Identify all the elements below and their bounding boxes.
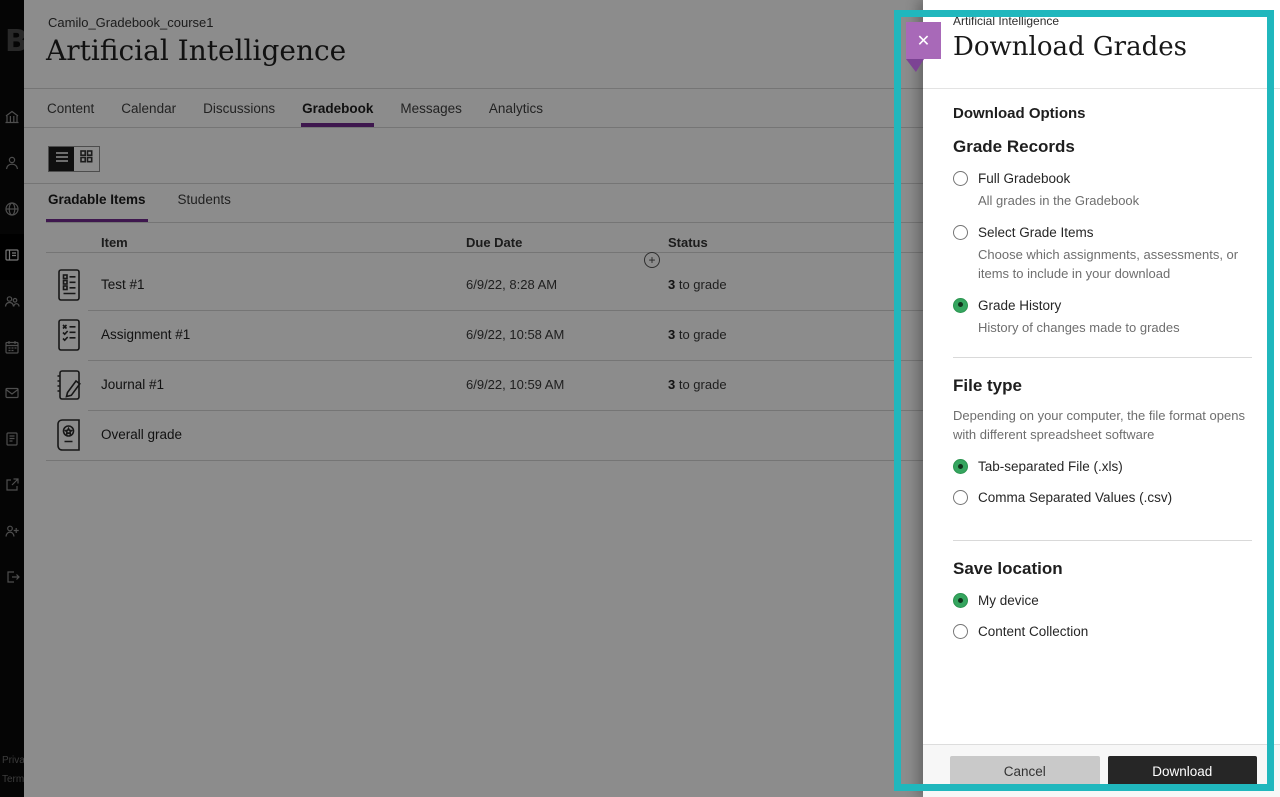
radio-option-full-gradebook[interactable]: Full Gradebook All grades in the Gradebo…: [953, 170, 1252, 211]
radio-option-grade-history[interactable]: Grade History History of changes made to…: [953, 297, 1252, 338]
radio-option-my-device[interactable]: My device: [953, 592, 1252, 610]
radio-description: All grades in the Gradebook: [978, 191, 1252, 211]
radio-icon[interactable]: [953, 490, 968, 505]
panel-body: Download Options Grade Records Full Grad…: [923, 90, 1280, 744]
radio-icon[interactable]: [953, 624, 968, 639]
radio-label: Comma Separated Values (.csv): [978, 489, 1252, 507]
radio-label: Grade History: [978, 297, 1252, 315]
download-button[interactable]: Download: [1108, 756, 1258, 787]
close-panel-button[interactable]: ✕: [906, 22, 941, 59]
radio-label: Content Collection: [978, 623, 1252, 641]
section-divider: [953, 357, 1252, 358]
radio-label: My device: [978, 592, 1252, 610]
radio-option-select-grade-items[interactable]: Select Grade Items Choose which assignme…: [953, 224, 1252, 284]
file-type-heading: File type: [953, 376, 1252, 396]
close-icon: ✕: [917, 31, 930, 51]
radio-label: Tab-separated File (.xls): [978, 458, 1252, 476]
radio-option-csv[interactable]: Comma Separated Values (.csv): [953, 489, 1252, 507]
download-options-heading: Download Options: [953, 105, 1252, 122]
download-grades-panel: ✕ Artificial Intelligence Download Grade…: [923, 0, 1280, 797]
radio-icon[interactable]: [953, 298, 968, 313]
grade-records-heading: Grade Records: [953, 137, 1252, 157]
radio-icon[interactable]: [953, 593, 968, 608]
app-screen: B: [0, 0, 1280, 797]
modal-scrim[interactable]: [0, 0, 923, 797]
close-button-fold: [906, 59, 924, 72]
radio-option-xls[interactable]: Tab-separated File (.xls): [953, 458, 1252, 476]
panel-course-context: Artificial Intelligence: [953, 14, 1252, 28]
section-divider: [953, 540, 1252, 541]
panel-title: Download Grades: [953, 32, 1252, 62]
radio-icon[interactable]: [953, 459, 968, 474]
radio-option-content-collection[interactable]: Content Collection: [953, 623, 1252, 641]
radio-icon[interactable]: [953, 171, 968, 186]
radio-label: Full Gradebook: [978, 170, 1252, 188]
radio-label: Select Grade Items: [978, 224, 1252, 242]
panel-close: ✕: [906, 22, 941, 72]
radio-icon[interactable]: [953, 225, 968, 240]
save-location-heading: Save location: [953, 559, 1252, 579]
file-type-description: Depending on your computer, the file for…: [953, 406, 1252, 444]
radio-description: History of changes made to grades: [978, 318, 1252, 338]
panel-header: Artificial Intelligence Download Grades: [923, 0, 1280, 89]
cancel-button[interactable]: Cancel: [950, 756, 1100, 787]
radio-description: Choose which assignments, assessments, o…: [978, 245, 1252, 284]
panel-footer: Cancel Download: [923, 744, 1280, 797]
